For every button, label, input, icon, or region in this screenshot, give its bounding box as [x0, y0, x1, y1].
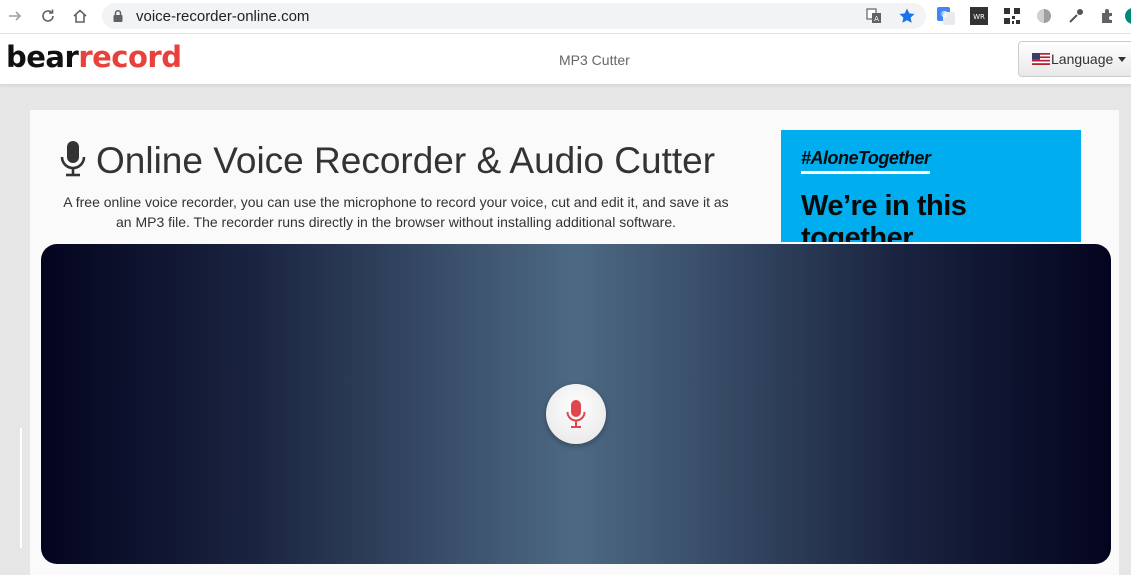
divider — [20, 428, 22, 548]
site-logo[interactable]: bearrecord — [6, 40, 182, 74]
ad-hashtag: #AloneTogether — [801, 148, 931, 174]
translate-icon[interactable]: A — [866, 8, 882, 29]
language-label: Language — [1051, 51, 1114, 67]
svg-text:A: A — [874, 15, 879, 23]
microphone-icon — [60, 140, 86, 183]
lock-icon[interactable] — [112, 9, 124, 28]
ad-headline: We’re in this together — [801, 190, 967, 242]
extensions-puzzle-icon[interactable] — [1098, 7, 1116, 25]
page-title: Online Voice Recorder & Audio Cutter — [96, 140, 716, 181]
google-translate-extension-icon[interactable]: G — [937, 7, 955, 25]
us-flag-icon — [1032, 53, 1050, 65]
page-description: A free online voice recorder, you can us… — [63, 194, 729, 230]
reload-icon[interactable] — [37, 5, 59, 27]
forward-icon[interactable] — [4, 5, 26, 27]
logo-text-record: record — [78, 40, 182, 74]
bookmark-star-icon[interactable] — [898, 7, 916, 30]
qr-code-extension-icon[interactable] — [1003, 7, 1021, 25]
url-text: voice-recorder-online.com — [136, 8, 310, 25]
browser-toolbar: voice-recorder-online.com A G WR — [0, 0, 1131, 34]
svg-text:WR: WR — [973, 13, 985, 21]
home-icon[interactable] — [69, 5, 91, 27]
record-button[interactable] — [546, 384, 606, 444]
recorder-panel — [41, 244, 1111, 564]
caret-down-icon — [1118, 57, 1126, 62]
logo-text-bear: bear — [6, 40, 79, 74]
site-header: bearrecord MP3 Cutter Language — [0, 34, 1131, 85]
wr-extension-icon[interactable]: WR — [970, 7, 988, 25]
language-dropdown-button[interactable]: Language — [1018, 41, 1131, 77]
mp3-cutter-link[interactable]: MP3 Cutter — [559, 52, 630, 68]
profile-avatar-icon[interactable] — [1124, 7, 1131, 25]
address-bar[interactable]: voice-recorder-online.com A — [102, 3, 926, 29]
gray-circle-extension-icon[interactable] — [1035, 7, 1053, 25]
record-microphone-icon — [566, 400, 586, 428]
advertisement-banner[interactable]: #AloneTogether We’re in this together — [781, 130, 1081, 242]
svg-text:G: G — [941, 10, 947, 19]
eyedropper-extension-icon[interactable] — [1067, 7, 1085, 25]
